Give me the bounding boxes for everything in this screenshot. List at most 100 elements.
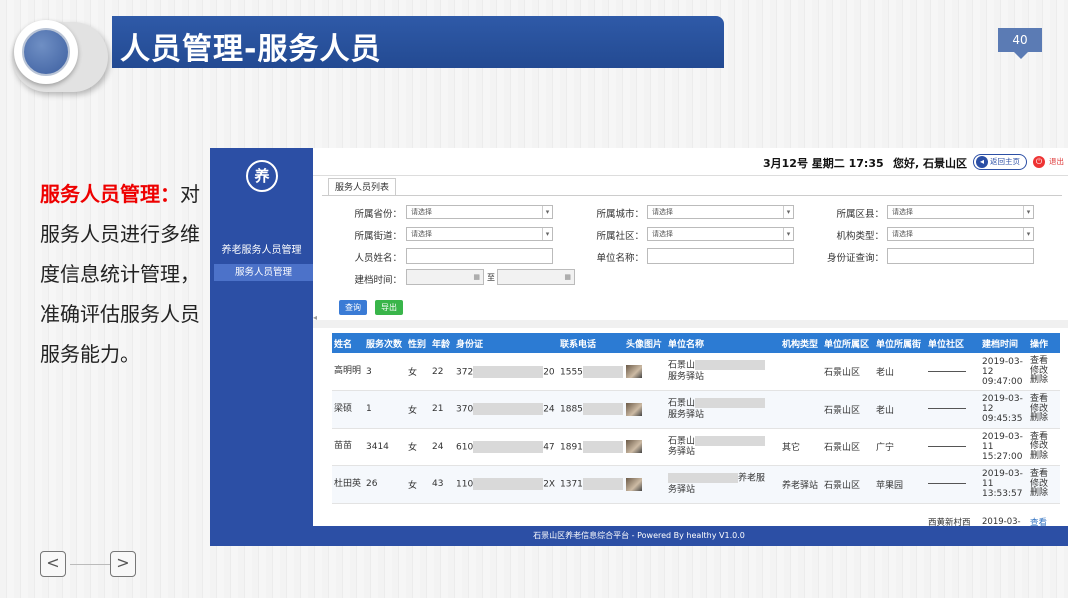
column-header[interactable]: 身份证	[454, 333, 558, 353]
row-actions: 查看 修改 删除	[1028, 465, 1060, 504]
street-select[interactable]: 请选择 ▾	[406, 227, 553, 241]
sidebar-group-elderly-service-staff[interactable]: 养老服务人员管理	[210, 242, 313, 260]
org-type	[780, 353, 822, 391]
title-decoration-dot	[22, 28, 70, 76]
service-count: 3	[364, 353, 406, 391]
name-input[interactable]	[406, 248, 553, 264]
avatar[interactable]	[624, 428, 666, 466]
row-actions: 查看 修改 删除	[1028, 353, 1060, 391]
tab-staff-list[interactable]: 服务人员列表	[328, 178, 396, 196]
export-button[interactable]: 导出	[375, 300, 403, 315]
table-row: 杜田英 26 女 43 110 2X 1371 养老服 务驿站 养老驿站 石景山区 …	[332, 465, 1060, 504]
sidebar: 养 养老服务人员管理 服务人员管理	[210, 148, 313, 546]
column-header[interactable]: 性别	[406, 333, 430, 353]
gender: 女	[406, 465, 430, 504]
column-header[interactable]: 姓名	[332, 333, 364, 353]
query-button[interactable]: 查询	[339, 300, 367, 315]
province-select[interactable]: 请选择 ▾	[406, 205, 553, 219]
delete-link[interactable]: 删除	[1030, 451, 1048, 461]
province-label: 所属省份：	[354, 209, 402, 220]
view-link[interactable]: 查看	[1030, 432, 1048, 442]
table-header-row: 姓名 服务次数 性别 年龄 身份证 联系电话 头像图片 单位名称 机构类型 单位…	[332, 333, 1060, 353]
org-type-select[interactable]: 请选择 ▾	[887, 227, 1034, 241]
prev-slide-button[interactable]: <	[40, 551, 66, 577]
column-header[interactable]: 建档时间	[980, 333, 1028, 353]
district: 石景山区	[822, 465, 874, 504]
filing-time: 2019-03-12 09:47:00	[980, 353, 1028, 391]
nav-divider	[70, 564, 110, 565]
street: 老山	[874, 390, 926, 429]
id-number: 110 2X	[454, 465, 558, 504]
org-type	[780, 390, 822, 429]
delete-link[interactable]: 删除	[1030, 375, 1048, 386]
description-title: 服务人员管理：	[40, 182, 180, 206]
delete-link[interactable]: 删除	[1030, 488, 1048, 498]
avatar[interactable]	[624, 353, 666, 391]
end-date-input[interactable]: ▦	[497, 269, 575, 285]
id-query-input[interactable]	[887, 248, 1034, 264]
gender: 女	[406, 390, 430, 429]
service-count: 26	[364, 465, 406, 504]
unit-name-input[interactable]	[647, 248, 794, 264]
tab-divider	[322, 195, 1062, 196]
avatar[interactable]	[624, 390, 666, 429]
district: 石景山区	[822, 390, 874, 429]
chevron-down-icon: ▾	[542, 228, 552, 240]
service-count: 1	[364, 390, 406, 429]
column-header[interactable]: 服务次数	[364, 333, 406, 353]
id-number: 610 47	[454, 428, 558, 466]
avatar[interactable]	[624, 465, 666, 504]
exit-button[interactable]: ⏻ 退出	[1033, 154, 1067, 170]
column-header[interactable]: 头像图片	[624, 333, 666, 353]
edit-link[interactable]: 修改	[1030, 404, 1048, 414]
page-number: 40	[998, 28, 1042, 52]
delete-link[interactable]: 删除	[1030, 413, 1048, 423]
id-number: 370 24	[454, 390, 558, 429]
city-select[interactable]: 请选择 ▾	[647, 205, 794, 219]
chevron-down-icon: ▾	[542, 206, 552, 218]
service-count: 3414	[364, 428, 406, 466]
description: 服务人员管理：对服务人员进行多维度信息统计管理，准确评估服务人员服务能力。	[40, 174, 208, 374]
page-number-pointer	[1014, 52, 1028, 59]
power-icon: ⏻	[1033, 156, 1045, 168]
edit-link[interactable]: 修改	[1030, 441, 1048, 451]
row-actions: 查看 修改 删除	[1028, 390, 1060, 429]
column-header[interactable]: 单位名称	[666, 333, 780, 353]
staff-name-link[interactable]: 梁硕	[332, 390, 364, 429]
column-header[interactable]: 操作	[1028, 333, 1060, 353]
column-header[interactable]: 单位所属区	[822, 333, 874, 353]
staff-name-link[interactable]: 杜田英	[332, 465, 364, 504]
unit-name: 石景山 服务驿站	[666, 353, 780, 391]
county-select[interactable]: 请选择 ▾	[887, 205, 1034, 219]
column-header[interactable]: 联系电话	[558, 333, 624, 353]
edit-link[interactable]: 修改	[1030, 479, 1048, 489]
column-header[interactable]: 单位所属街	[874, 333, 926, 353]
start-date-input[interactable]: ▦	[406, 269, 484, 285]
staff-name-link[interactable]: 苗苗	[332, 428, 364, 466]
sidebar-item-staff-management[interactable]: 服务人员管理	[214, 264, 313, 281]
staff-name-link[interactable]: 高明明	[332, 353, 364, 391]
view-link[interactable]: 查看	[1030, 356, 1048, 367]
community-select[interactable]: 请选择 ▾	[647, 227, 794, 241]
top-bar: 3月12号 星期二 17:35 您好, 石景山区 ◂ 返回主页 ⏻ 退出	[313, 148, 1068, 176]
description-body: 对服务人员进行多维度信息统计管理，准确评估服务人员服务能力。	[40, 182, 200, 366]
slide-title: 人员管理-服务人员	[120, 32, 382, 67]
phone: 1885	[558, 390, 624, 429]
footer: 石景山区养老信息综合平台 - Powered By healthy V1.0.0	[210, 526, 1068, 546]
home-button-label: 返回主页	[990, 157, 1020, 166]
column-header[interactable]: 年龄	[430, 333, 454, 353]
home-button[interactable]: ◂ 返回主页	[973, 154, 1027, 170]
calendar-icon: ▦	[564, 273, 571, 281]
unit-name: 石景山 服务驿站	[666, 390, 780, 429]
column-header[interactable]: 机构类型	[780, 333, 822, 353]
age: 43	[430, 465, 454, 504]
row-actions: 查看 修改 删除	[1028, 428, 1060, 466]
gender: 女	[406, 353, 430, 391]
view-link[interactable]: 查看	[1030, 394, 1048, 404]
district: 石景山区	[822, 428, 874, 466]
date-time: 3月12号 星期二 17:35	[763, 157, 884, 170]
column-header[interactable]: 单位社区	[926, 333, 980, 353]
org-type: 养老驿站	[780, 465, 822, 504]
view-link[interactable]: 查看	[1030, 469, 1048, 479]
next-slide-button[interactable]: >	[110, 551, 136, 577]
